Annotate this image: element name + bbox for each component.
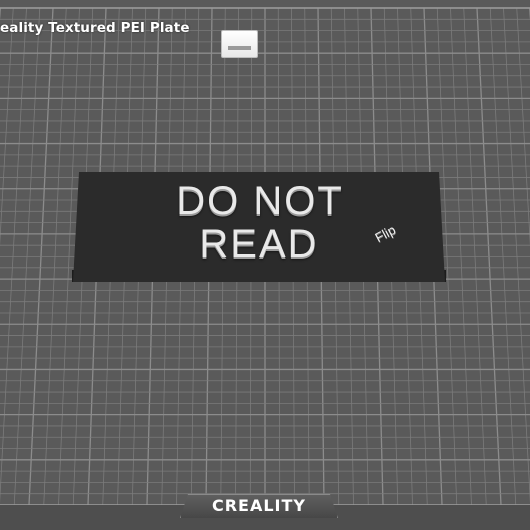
plate-settings-icon-bar bbox=[228, 46, 251, 50]
plate-name-label: eality Textured PEI Plate bbox=[0, 20, 190, 36]
3d-viewport[interactable]: eality Textured PEI Plate DO NOT READ Fl… bbox=[0, 0, 530, 530]
bed-brand-logo: CREALITY bbox=[211, 496, 307, 515]
plate-settings-icon[interactable] bbox=[221, 30, 258, 58]
model-text-line-1: DO NOT bbox=[176, 179, 344, 223]
